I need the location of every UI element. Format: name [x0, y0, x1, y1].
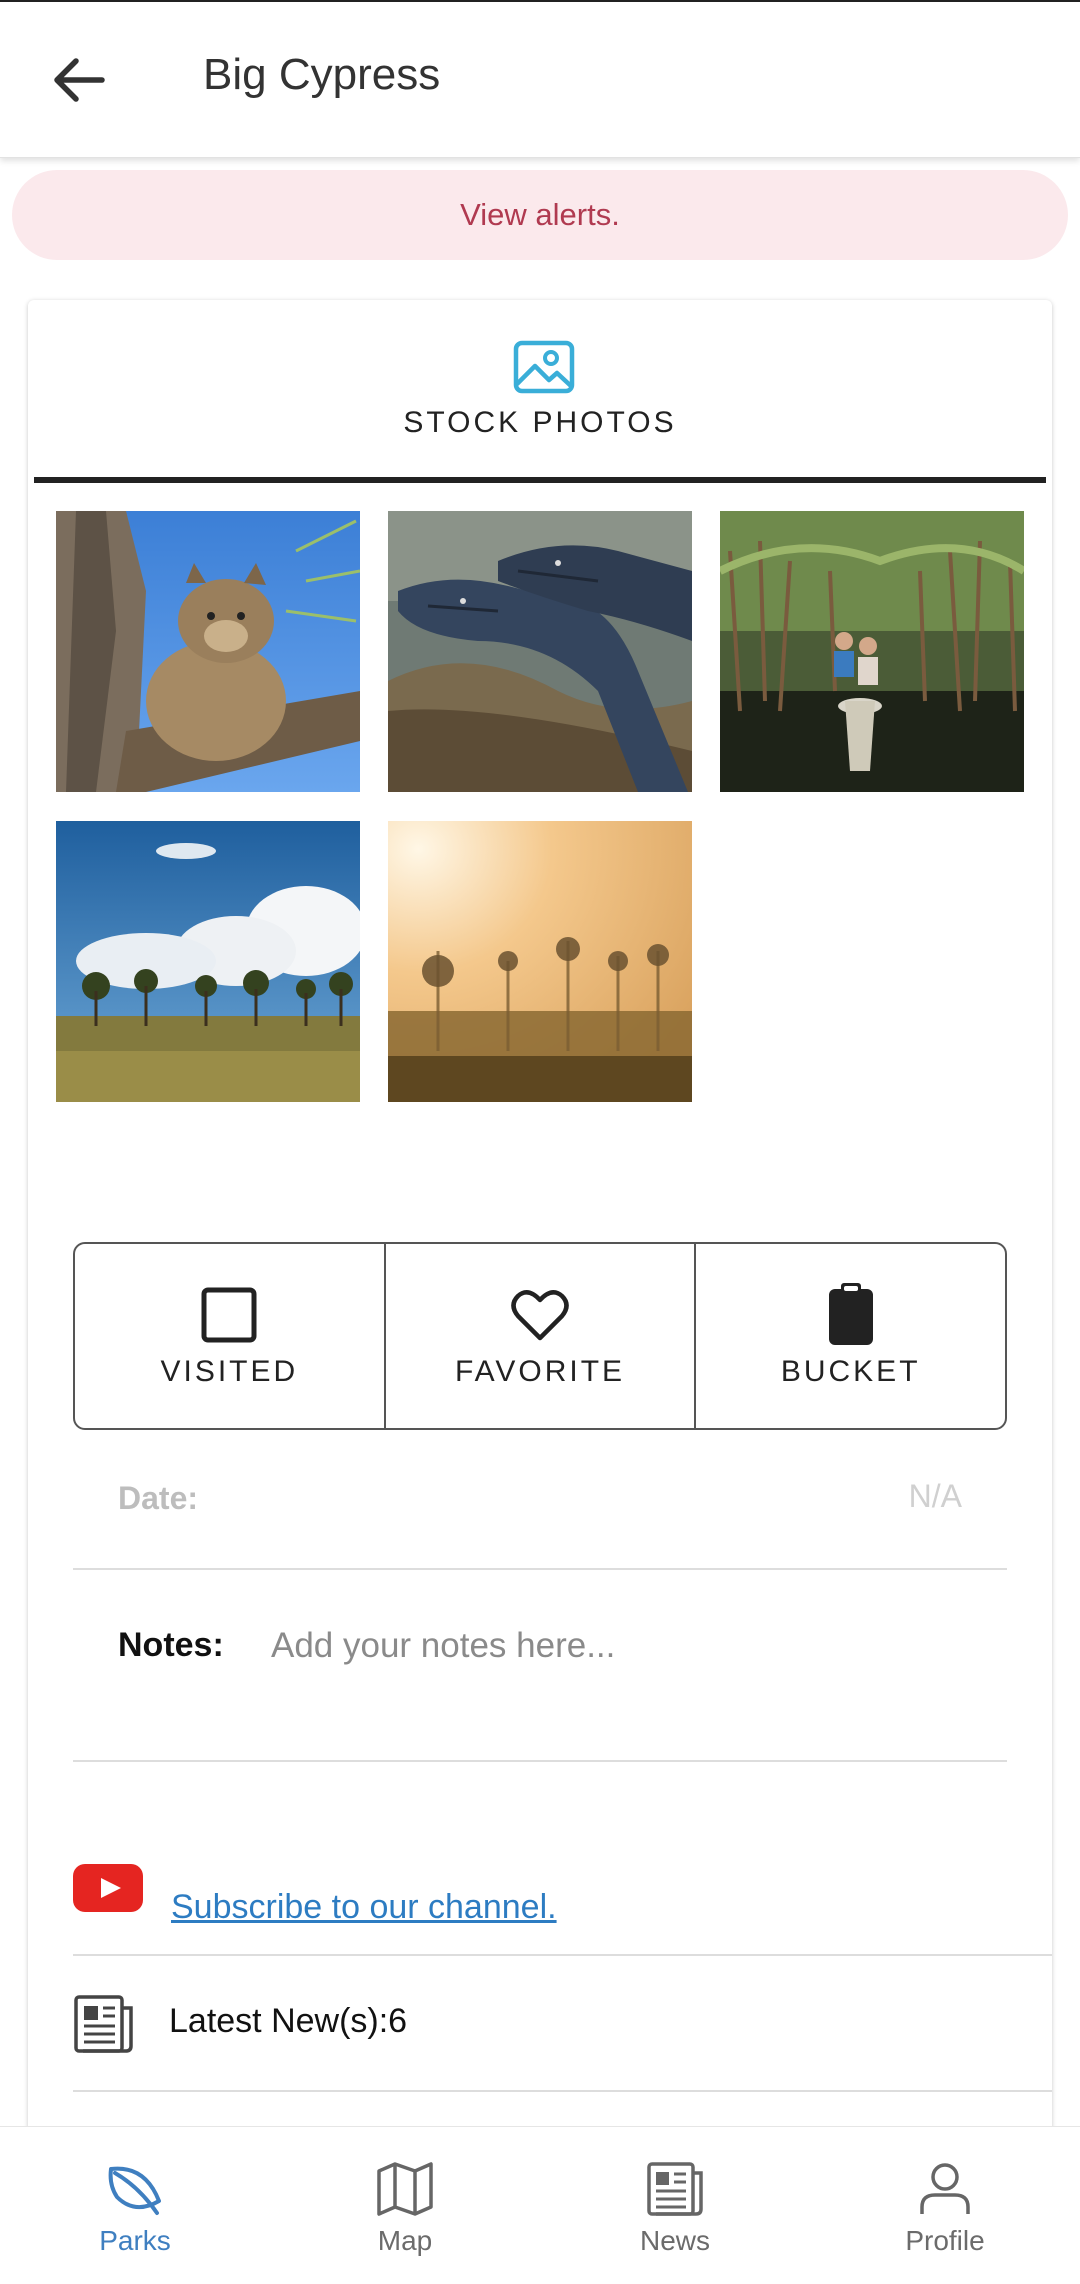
date-label: Date:	[118, 1480, 199, 1516]
date-row: Date: N/A	[73, 1450, 1007, 1570]
person-icon	[920, 2163, 970, 2214]
visited-label: VISITED	[160, 1355, 299, 1388]
nav-news-label: News	[639, 2225, 710, 2256]
arrow-left-icon	[54, 58, 105, 102]
bottom-nav: Parks Map News Profile	[0, 2126, 1080, 2284]
youtube-icon	[73, 1864, 143, 1912]
leaf-icon	[108, 2166, 161, 2215]
map-icon	[377, 2162, 433, 2216]
photo-panther[interactable]	[56, 511, 360, 792]
nav-news[interactable]: News	[540, 2127, 810, 2284]
checkbox-empty-icon	[201, 1287, 257, 1343]
favorite-button[interactable]: FAVORITE	[383, 1244, 695, 1428]
app-bar: Big Cypress	[0, 2, 1080, 158]
back-button[interactable]	[40, 42, 116, 118]
latest-news-row[interactable]: Latest New(s):6	[73, 1956, 1052, 2092]
bucket-label: BUCKET	[780, 1355, 921, 1388]
visited-button[interactable]: VISITED	[75, 1244, 384, 1428]
tab-stock-photos[interactable]: STOCK PHOTOS	[34, 300, 1046, 484]
nav-map[interactable]: Map	[270, 2127, 540, 2284]
tab-indicator	[34, 477, 1046, 483]
youtube-row: Subscribe to our channel.	[73, 1820, 1052, 1956]
notes-label: Notes:	[118, 1626, 224, 1664]
newspaper-icon	[74, 1995, 133, 2053]
latest-news-text: Latest New(s):6	[169, 2002, 408, 2040]
nav-map-label: Map	[377, 2225, 433, 2256]
heart-outline-icon	[511, 1290, 569, 1341]
notes-input[interactable]	[271, 1616, 971, 1676]
park-actions: VISITED FAVORITE BUCKET	[73, 1242, 1007, 1430]
subscribe-channel-link[interactable]: Subscribe to our channel.	[171, 1888, 557, 1927]
nav-parks-label: Parks	[99, 2225, 171, 2256]
bucket-button[interactable]: BUCKET	[694, 1244, 1005, 1428]
nav-profile[interactable]: Profile	[810, 2127, 1080, 2284]
nav-profile-label: Profile	[905, 2225, 985, 2256]
nav-parks[interactable]: Parks	[0, 2127, 270, 2284]
photo-alligators[interactable]	[388, 511, 692, 792]
view-alerts-banner[interactable]: View alerts.	[12, 170, 1068, 260]
date-value[interactable]: N/A	[909, 1478, 962, 1515]
photo-canoe-mangroves[interactable]	[720, 511, 1024, 792]
image-icon	[513, 340, 575, 394]
photo-misty-sunrise[interactable]	[388, 821, 692, 1102]
page-title: Big Cypress	[203, 50, 441, 99]
tab-stock-photos-label: STOCK PHOTOS	[403, 406, 677, 439]
park-card: STOCK PHOTOS VISITED FAVORITE BUCKET Dat…	[28, 300, 1052, 2200]
photo-prairie-clouds[interactable]	[56, 821, 360, 1102]
favorite-label: FAVORITE	[454, 1355, 626, 1388]
notes-row: Notes:	[73, 1572, 1007, 1762]
clipboard-icon	[828, 1283, 873, 1345]
newspaper-icon	[647, 2162, 703, 2216]
